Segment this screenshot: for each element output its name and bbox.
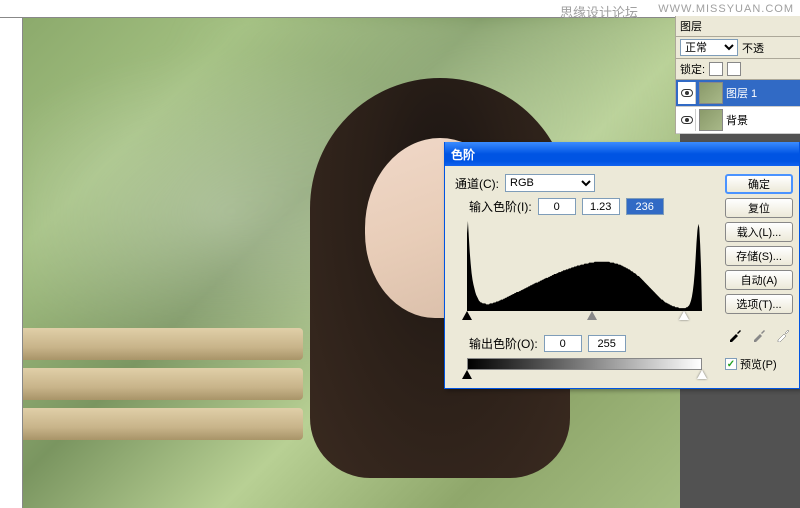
ok-button[interactable]: 确定 (725, 174, 793, 194)
opacity-label: 不透 (742, 40, 764, 56)
watermark-text: 思缘设计论坛 (560, 2, 638, 21)
output-black-handle[interactable] (462, 370, 472, 379)
eye-icon (681, 89, 693, 97)
auto-button[interactable]: 自动(A) (725, 270, 793, 290)
options-button[interactable]: 选项(T)... (725, 294, 793, 314)
layers-panel: 图层 正常 不透 锁定: 图层 1 背景 (675, 16, 800, 134)
ruler-left (0, 18, 23, 508)
layer-visibility-toggle[interactable] (678, 109, 696, 131)
eye-icon (681, 116, 693, 124)
layers-tabs[interactable]: 图层 (680, 18, 702, 34)
save-button[interactable]: 存储(S)... (725, 246, 793, 266)
layer-name: 图层 1 (726, 85, 757, 101)
input-white-field[interactable] (626, 198, 664, 215)
black-point-handle[interactable] (462, 311, 472, 320)
gray-eyedropper-icon[interactable] (750, 326, 768, 344)
output-white-handle[interactable] (697, 370, 707, 379)
dialog-titlebar[interactable]: 色阶 (445, 142, 799, 166)
input-gamma-field[interactable] (582, 198, 620, 215)
levels-dialog: 色阶 通道(C): RGB 输入色阶(I): (444, 142, 800, 389)
dialog-title: 色阶 (451, 146, 475, 163)
input-slider[interactable] (467, 311, 702, 321)
lock-transparent-icon[interactable] (709, 62, 723, 76)
layer-thumbnail[interactable] (699, 109, 723, 131)
layer-visibility-toggle[interactable] (678, 82, 696, 104)
black-eyedropper-icon[interactable] (726, 326, 744, 344)
input-levels-label: 输入色阶(I): (469, 198, 532, 215)
white-eyedropper-icon[interactable] (774, 326, 792, 344)
histogram-chart (467, 221, 702, 311)
midtone-handle[interactable] (587, 311, 597, 320)
output-black-field[interactable] (544, 335, 582, 352)
load-button[interactable]: 载入(L)... (725, 222, 793, 242)
layer-name: 背景 (726, 112, 748, 128)
watermark-url: WWW.MISSYUAN.COM (658, 3, 794, 15)
white-point-handle[interactable] (679, 311, 689, 320)
channel-select[interactable]: RGB (505, 174, 595, 192)
tab-layers[interactable]: 图层 (680, 18, 702, 34)
layer-thumbnail[interactable] (699, 82, 723, 104)
output-slider[interactable] (467, 370, 702, 380)
layer-row[interactable]: 背景 (676, 107, 800, 134)
reset-button[interactable]: 复位 (725, 198, 793, 218)
lock-label: 锁定: (680, 61, 705, 77)
layer-row[interactable]: 图层 1 (676, 80, 800, 107)
output-white-field[interactable] (588, 335, 626, 352)
preview-label: 预览(P) (740, 356, 777, 372)
output-gradient (467, 358, 702, 370)
blend-mode-select[interactable]: 正常 (680, 39, 738, 56)
output-levels-label: 输出色阶(O): (469, 335, 538, 352)
preview-checkbox[interactable]: ✓ (725, 358, 737, 370)
input-black-field[interactable] (538, 198, 576, 215)
channel-label: 通道(C): (455, 175, 499, 192)
lock-paint-icon[interactable] (727, 62, 741, 76)
